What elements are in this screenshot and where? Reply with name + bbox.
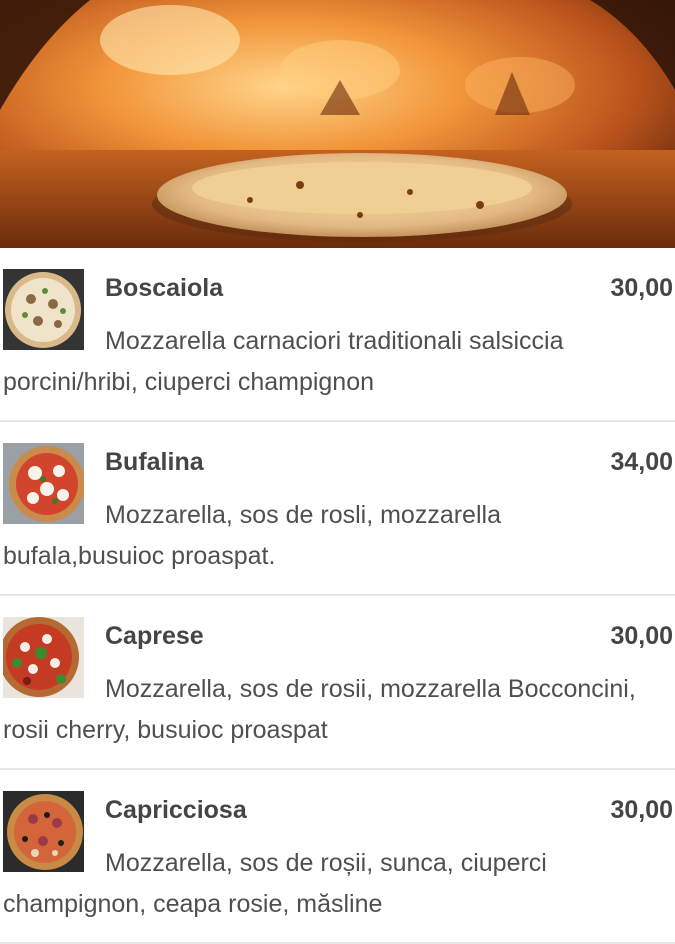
item-description: Mozzarella, sos de rosii, mozzarella Boc… <box>3 675 636 744</box>
item-description: Mozzarella, sos de rosli, mozzarella buf… <box>3 501 501 570</box>
item-name: Bufalina <box>105 448 204 476</box>
pizza-menu-list: Boscaiola 30,00 Mozzarella carnaciori tr… <box>0 248 675 944</box>
item-name: Boscaiola <box>105 274 224 302</box>
menu-item-caprese[interactable]: Caprese 30,00 Mozzarella, sos de rosii, … <box>0 596 675 770</box>
menu-item-capricciosa[interactable]: Capricciosa 30,00 Mozzarella, sos de roș… <box>0 770 675 944</box>
menu-item-bufalina[interactable]: Bufalina 34,00 Mozzarella, sos de rosli,… <box>0 422 675 596</box>
item-price: 34,00 <box>610 448 673 476</box>
item-name: Capricciosa <box>105 796 247 824</box>
item-description: Mozzarella, sos de roșii, sunca, ciuperc… <box>3 849 547 918</box>
item-price: 30,00 <box>610 274 673 302</box>
item-price: 30,00 <box>610 622 673 650</box>
item-price: 30,00 <box>610 796 673 824</box>
hero-pizza-oven-image <box>0 0 675 248</box>
item-description: Mozzarella carnaciori traditionali salsi… <box>3 327 564 396</box>
menu-item-boscaiola[interactable]: Boscaiola 30,00 Mozzarella carnaciori tr… <box>0 248 675 422</box>
item-name: Caprese <box>105 622 204 650</box>
